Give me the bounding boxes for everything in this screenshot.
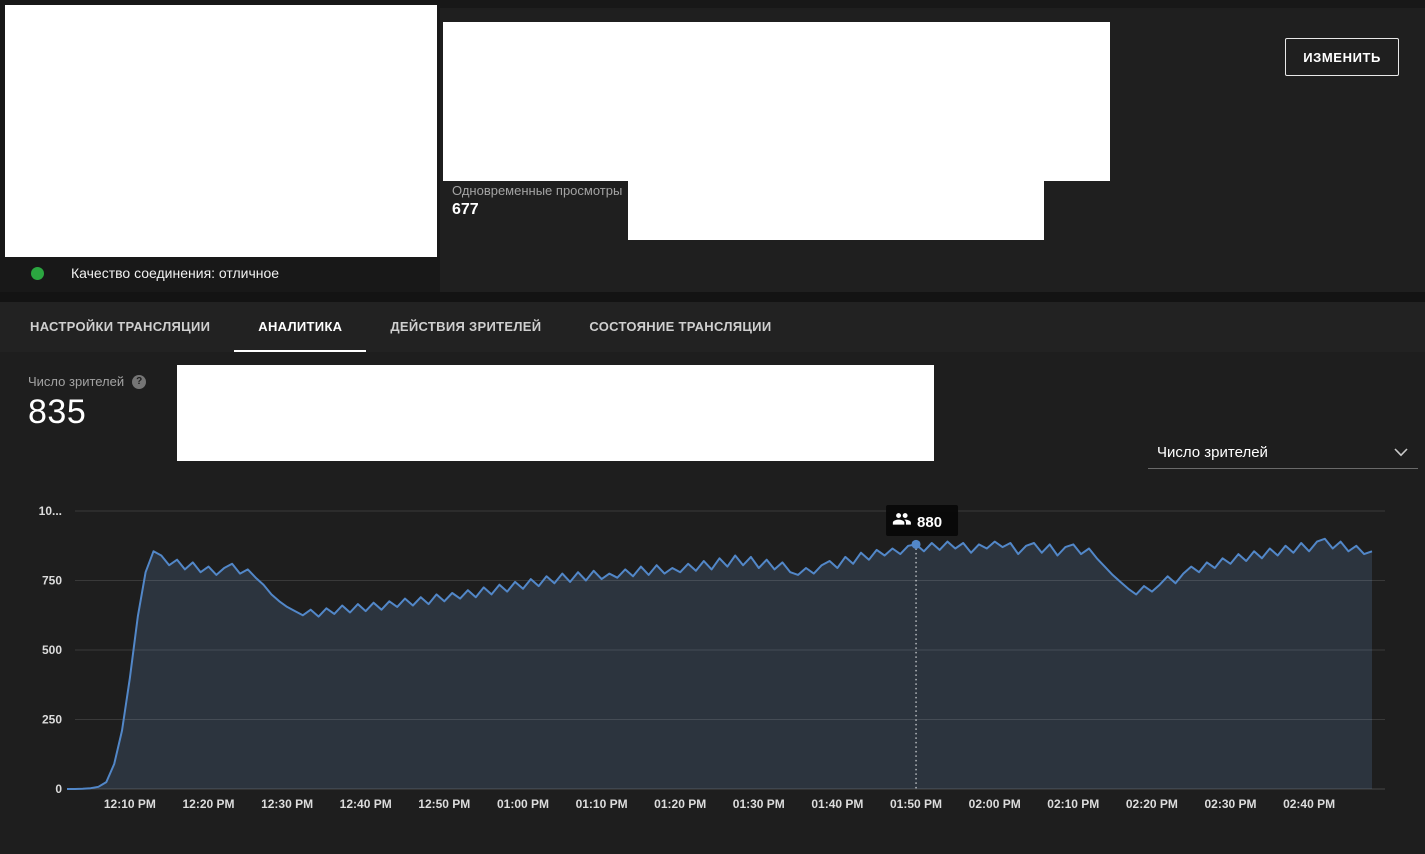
viewer-count-label: Число зрителей xyxy=(28,374,124,389)
viewer-count-value: 835 xyxy=(28,393,146,432)
metric-dropdown-value: Число зрителей xyxy=(1157,444,1268,461)
x-axis-label-12: 02:10 PM xyxy=(1047,797,1099,811)
connection-status-text: Качество соединения: отличное xyxy=(71,265,279,281)
x-axis-label-15: 02:40 PM xyxy=(1283,797,1335,811)
x-axis-label-14: 02:30 PM xyxy=(1204,797,1256,811)
tab-bar: НАСТРОЙКИ ТРАНСЛЯЦИИАНАЛИТИКАДЕЙСТВИЯ ЗР… xyxy=(0,302,1425,352)
y-axis-label-750: 750 xyxy=(42,574,62,588)
x-axis-label-2: 12:30 PM xyxy=(261,797,313,811)
y-axis-label-1000: 10... xyxy=(39,504,62,518)
y-axis-label-0: 0 xyxy=(55,782,62,796)
metric-dropdown[interactable]: Число зрителей xyxy=(1148,436,1418,469)
x-axis-label-5: 01:00 PM xyxy=(497,797,549,811)
analytics-detail-redacted xyxy=(177,365,934,461)
x-axis-label-13: 02:20 PM xyxy=(1126,797,1178,811)
concurrent-views-value: 677 xyxy=(452,199,622,221)
x-axis-label-10: 01:50 PM xyxy=(890,797,942,811)
tab-0[interactable]: НАСТРОЙКИ ТРАНСЛЯЦИИ xyxy=(6,302,234,352)
concurrent-views-block: Одновременные просмотры 677 xyxy=(452,182,622,221)
video-preview-redacted xyxy=(5,5,437,257)
help-icon[interactable]: ? xyxy=(132,375,146,389)
hover-point xyxy=(912,540,921,549)
edit-button[interactable]: ИЗМЕНИТЬ xyxy=(1285,38,1399,76)
tooltip-value: 880 xyxy=(917,514,942,531)
chevron-down-icon xyxy=(1394,448,1408,457)
connection-status-row: Качество соединения: отличное xyxy=(31,265,279,281)
x-axis-label-6: 01:10 PM xyxy=(576,797,628,811)
x-axis-label-1: 12:20 PM xyxy=(182,797,234,811)
concurrent-views-label: Одновременные просмотры xyxy=(452,182,622,199)
tab-2[interactable]: ДЕЙСТВИЯ ЗРИТЕЛЕЙ xyxy=(366,302,565,352)
connection-status-dot-icon xyxy=(31,267,44,280)
stream-header-panel: Одновременные просмотры 677 ИЗМЕНИТЬ Кач… xyxy=(0,0,1425,292)
viewer-count-metric: Число зрителей ? 835 xyxy=(28,374,146,432)
x-axis-label-4: 12:50 PM xyxy=(418,797,470,811)
chart-area-fill xyxy=(67,539,1372,789)
x-axis-label-9: 01:40 PM xyxy=(811,797,863,811)
y-axis-label-500: 500 xyxy=(42,643,62,657)
stream-title-redacted xyxy=(443,22,1110,181)
x-axis-label-8: 01:30 PM xyxy=(733,797,785,811)
viewers-line-chart[interactable]: 0 250 500 750 10... 12:10 PM 12:20 PM 12:30 PM 1… xyxy=(0,495,1425,830)
tab-3[interactable]: СОСТОЯНИЕ ТРАНСЛЯЦИИ xyxy=(565,302,795,352)
stream-meta-redacted xyxy=(628,181,1044,240)
x-axis-label-11: 02:00 PM xyxy=(969,797,1021,811)
y-axis-label-250: 250 xyxy=(42,713,62,727)
x-axis-label-7: 01:20 PM xyxy=(654,797,706,811)
x-axis-label-3: 12:40 PM xyxy=(340,797,392,811)
tab-1-active[interactable]: АНАЛИТИКА xyxy=(234,302,366,352)
analytics-panel: НАСТРОЙКИ ТРАНСЛЯЦИИАНАЛИТИКАДЕЙСТВИЯ ЗР… xyxy=(0,302,1425,854)
x-axis-label-0: 12:10 PM xyxy=(104,797,156,811)
